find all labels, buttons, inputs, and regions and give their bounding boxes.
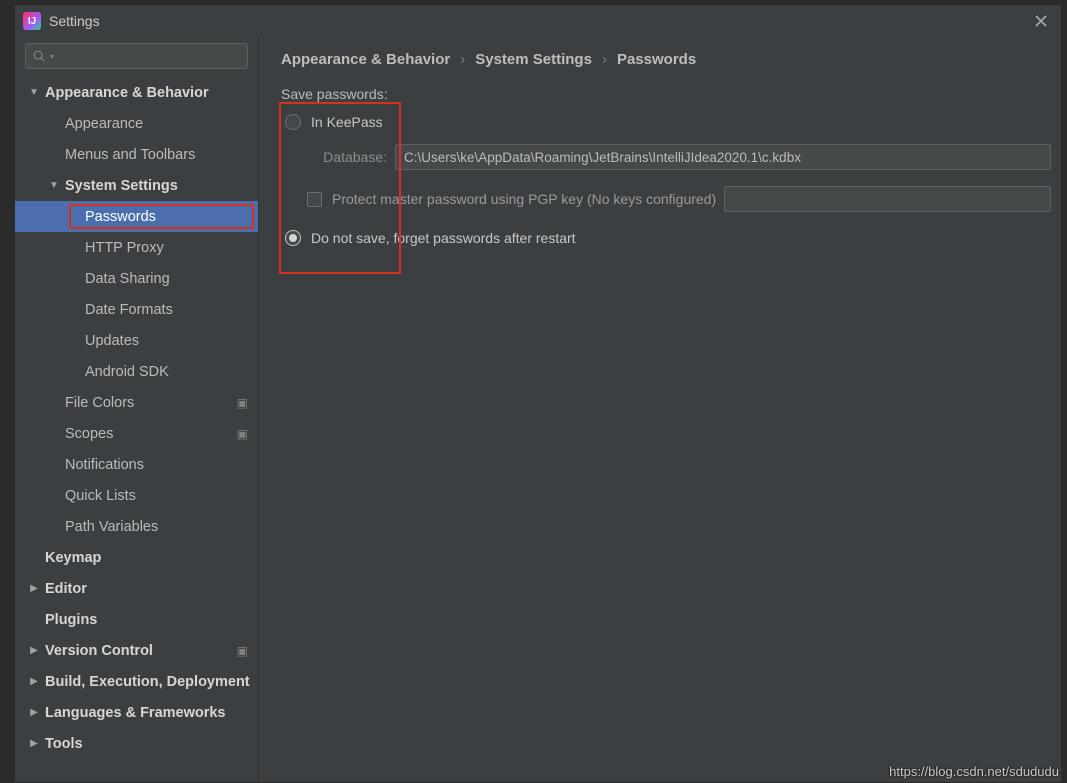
shared-icon: ▣: [237, 427, 248, 441]
tree-item-label: Scopes: [65, 426, 113, 442]
chevron-right-icon: ▶: [27, 583, 41, 594]
tree-item-languages-frameworks[interactable]: ▶ Languages & Frameworks: [15, 697, 258, 728]
tree-item-label: Date Formats: [85, 302, 173, 318]
tree-item-label: Plugins: [45, 612, 97, 628]
tree-item-file-colors[interactable]: File Colors ▣: [15, 387, 258, 418]
watermark: https://blog.csdn.net/sdududu: [889, 764, 1059, 779]
tree-item-label: Updates: [85, 333, 139, 349]
tree-item-build-execution-deployment[interactable]: ▶ Build, Execution, Deployment: [15, 666, 258, 697]
pgp-key-input[interactable]: [724, 186, 1051, 212]
breadcrumb-separator-icon: ›: [602, 51, 607, 68]
radio-icon: [285, 114, 301, 130]
ide-icon: IJ: [23, 12, 41, 30]
tree-item-keymap[interactable]: Keymap: [15, 542, 258, 573]
tree-item-label: HTTP Proxy: [85, 240, 164, 256]
breadcrumb-item[interactable]: Passwords: [617, 51, 696, 68]
breadcrumb-item[interactable]: System Settings: [475, 51, 592, 68]
titlebar: IJ Settings: [15, 5, 1061, 37]
tree-item-label: Tools: [45, 736, 83, 752]
breadcrumb: Appearance & Behavior › System Settings …: [281, 51, 1051, 68]
tree-item-passwords[interactable]: Passwords: [15, 201, 258, 232]
tree-item-version-control[interactable]: ▶ Version Control ▣: [15, 635, 258, 666]
tree-item-updates[interactable]: Updates: [15, 325, 258, 356]
tree-item-label: Path Variables: [65, 519, 158, 535]
radio-icon: [285, 230, 301, 246]
tree-item-http-proxy[interactable]: HTTP Proxy: [15, 232, 258, 263]
pgp-row: Protect master password using PGP key (N…: [307, 186, 1051, 212]
tree-item-label: Quick Lists: [65, 488, 136, 504]
tree-item-tools[interactable]: ▶ Tools: [15, 728, 258, 759]
tree-item-label: Appearance & Behavior: [45, 85, 209, 101]
field-label: Database:: [307, 149, 387, 165]
chevron-down-icon: ▾: [50, 52, 54, 61]
tree-item-label: Android SDK: [85, 364, 169, 380]
content-panel: Appearance & Behavior › System Settings …: [259, 37, 1061, 782]
tree-item-notifications[interactable]: Notifications: [15, 449, 258, 480]
tree-item-editor[interactable]: ▶ Editor: [15, 573, 258, 604]
tree-item-label: Notifications: [65, 457, 144, 473]
tree-item-path-variables[interactable]: Path Variables: [15, 511, 258, 542]
settings-tree: ▼ Appearance & Behavior Appearance Menus an…: [15, 77, 258, 782]
tree-item-label: Data Sharing: [85, 271, 170, 287]
shared-icon: ▣: [237, 396, 248, 410]
tree-item-label: Editor: [45, 581, 87, 597]
close-button[interactable]: [1029, 9, 1053, 33]
chevron-down-icon: ▼: [27, 87, 41, 98]
chevron-right-icon: ▶: [27, 676, 41, 687]
protect-pgp-checkbox[interactable]: [307, 192, 322, 207]
tree-item-plugins[interactable]: Plugins: [15, 604, 258, 635]
tree-item-quick-lists[interactable]: Quick Lists: [15, 480, 258, 511]
breadcrumb-item[interactable]: Appearance & Behavior: [281, 51, 450, 68]
tree-item-label: Languages & Frameworks: [45, 705, 226, 721]
tree-item-label: System Settings: [65, 178, 178, 194]
tree-item-label: Appearance: [65, 116, 143, 132]
breadcrumb-separator-icon: ›: [460, 51, 465, 68]
tree-item-scopes[interactable]: Scopes ▣: [15, 418, 258, 449]
sidebar: ▾ ▼ Appearance & Behavior Appearance Menus …: [15, 37, 259, 782]
radio-do-not-save[interactable]: Do not save, forget passwords after rest…: [285, 230, 1051, 246]
tree-item-android-sdk[interactable]: Android SDK: [15, 356, 258, 387]
database-path-input[interactable]: [395, 144, 1051, 170]
tree-item-system-settings[interactable]: ▼ System Settings: [15, 170, 258, 201]
tree-item-date-formats[interactable]: Date Formats: [15, 294, 258, 325]
database-row: Database:: [307, 144, 1051, 170]
tree-item-label: Build, Execution, Deployment: [45, 674, 250, 690]
tree-item-label: Keymap: [45, 550, 101, 566]
tree-item-data-sharing[interactable]: Data Sharing: [15, 263, 258, 294]
tree-item-menus-and-toolbars[interactable]: Menus and Toolbars: [15, 139, 258, 170]
tree-item-label: File Colors: [65, 395, 134, 411]
field-label: Protect master password using PGP key (N…: [332, 191, 716, 207]
tree-item-label: Version Control: [45, 643, 153, 659]
search-icon: [32, 49, 46, 63]
shared-icon: ▣: [237, 644, 248, 658]
settings-dialog: IJ Settings ▾ ▼Appearance & BehaviorAppe…: [14, 4, 1062, 783]
chevron-right-icon: ▶: [27, 645, 41, 656]
chevron-right-icon: ▶: [27, 738, 41, 749]
window-title: Settings: [49, 13, 100, 29]
section-label: Save passwords:: [281, 86, 1051, 102]
close-icon: [1035, 15, 1047, 27]
chevron-right-icon: ▶: [27, 707, 41, 718]
tree-item-appearance-behavior[interactable]: ▼ Appearance & Behavior: [15, 77, 258, 108]
tree-item-label: Passwords: [85, 209, 156, 225]
search-input[interactable]: ▾: [25, 43, 248, 69]
tree-item-label: Menus and Toolbars: [65, 147, 195, 163]
chevron-down-icon: ▼: [47, 180, 61, 191]
tree-item-appearance[interactable]: Appearance: [15, 108, 258, 139]
radio-in-keepass[interactable]: In KeePass: [285, 114, 1051, 130]
